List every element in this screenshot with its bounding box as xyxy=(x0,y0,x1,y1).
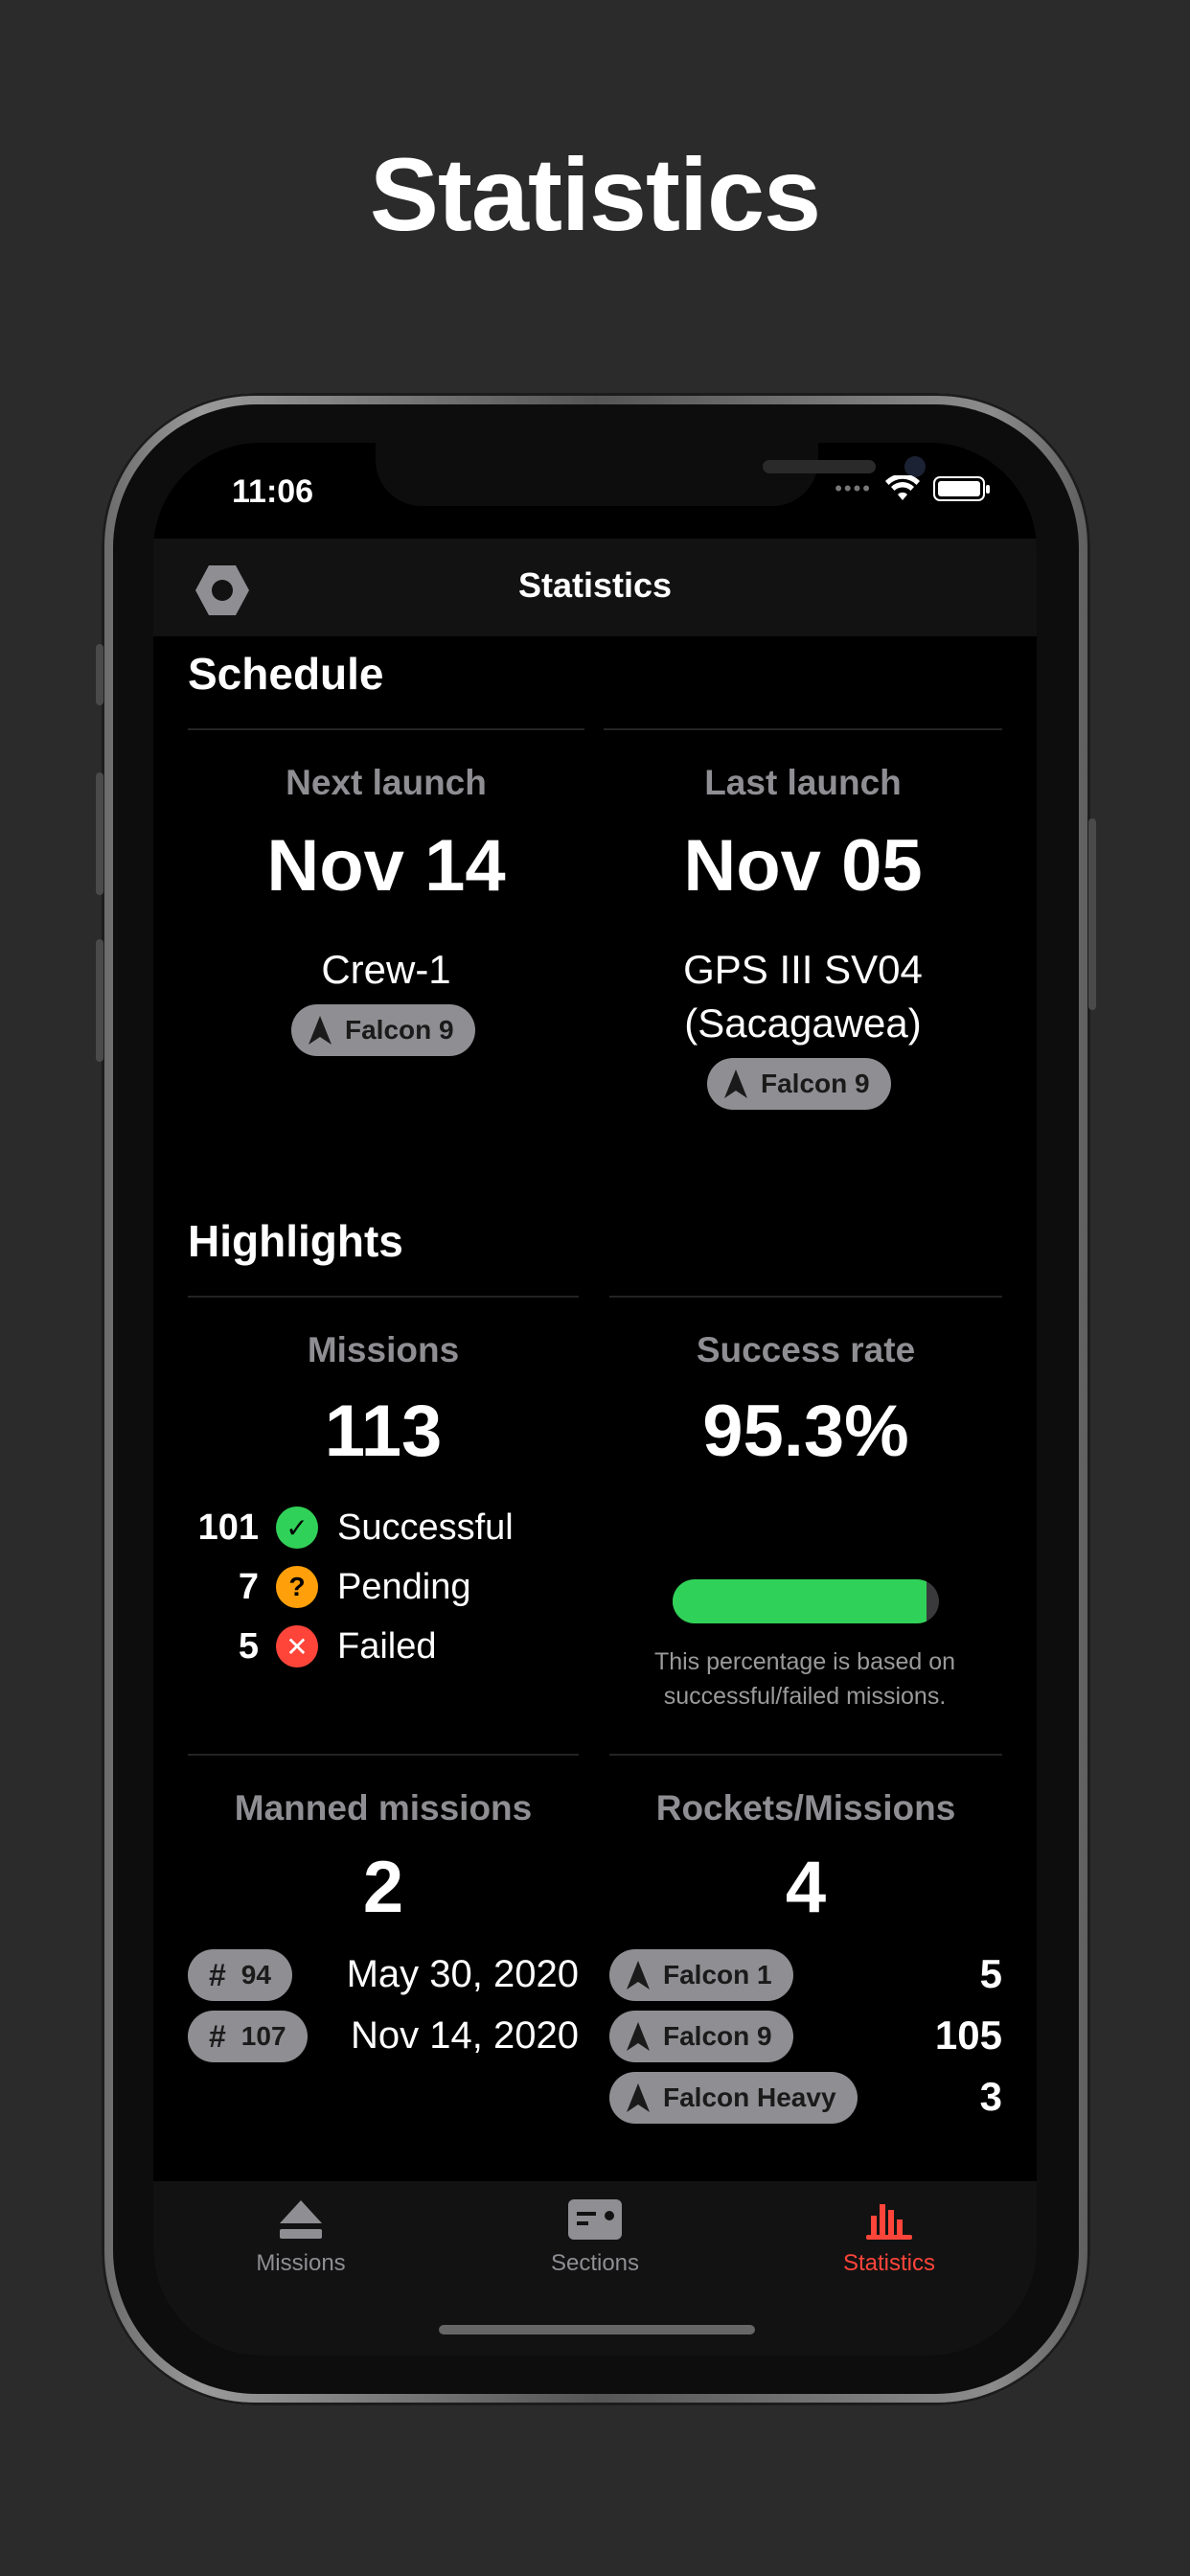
rocket-name: Falcon 9 xyxy=(663,2021,772,2051)
failed-count: 5 xyxy=(238,1625,259,1667)
tab-missions[interactable]: Missions xyxy=(205,2198,397,2277)
chart-bars-icon xyxy=(866,2204,912,2240)
volume-down-button xyxy=(96,939,103,1062)
note-line-1: This percentage is based on xyxy=(653,1648,956,1675)
divider xyxy=(604,728,1002,730)
last-launch-date[interactable]: Nov 05 xyxy=(604,824,1002,908)
nav-title: Statistics xyxy=(517,565,673,605)
next-launch-rocket-pill[interactable]: Falcon 9 xyxy=(291,1004,475,1056)
rocket-mission-count: 3 xyxy=(979,2074,1002,2119)
manned-missions-label: Manned missions xyxy=(234,1788,533,1828)
card-icon xyxy=(568,2199,622,2240)
note-line-2: successful/failed missions. xyxy=(663,1683,947,1710)
success-rate-value: 95.3% xyxy=(702,1391,909,1472)
manned-mission-pill[interactable]: # 107 xyxy=(188,2011,308,2062)
rocket-mission-count: 105 xyxy=(934,2012,1002,2058)
divider xyxy=(609,1754,1002,1756)
rocket-icon xyxy=(724,1070,747,1098)
next-launch-mission[interactable]: Crew-1 xyxy=(188,943,584,997)
manned-mission-pill[interactable]: # 94 xyxy=(188,1949,292,2001)
rocket-name: Falcon Heavy xyxy=(663,2082,836,2112)
xmark-icon: ✕ xyxy=(276,1625,318,1668)
rocket-name: Falcon 9 xyxy=(345,1015,454,1045)
last-launch-mission-line2[interactable]: (Sacagawea) xyxy=(604,997,1002,1050)
notch xyxy=(376,443,926,506)
statistics-content[interactable]: Schedule Next launch Nov 14 Crew-1 Falco… xyxy=(153,636,1037,2181)
divider xyxy=(188,1754,579,1756)
divider xyxy=(609,1296,1002,1298)
rocket-pill-falcon-9[interactable]: Falcon 9 xyxy=(609,2011,793,2062)
rocket-pill-falcon-heavy[interactable]: Falcon Heavy xyxy=(609,2072,858,2124)
manned-mission-date: Nov 14, 2020 xyxy=(351,2014,579,2057)
navigation-bar: Statistics xyxy=(153,539,1037,636)
divider xyxy=(188,1296,579,1298)
tab-bar: Missions Sections Statistics xyxy=(153,2181,1037,2356)
tab-label: Sections xyxy=(550,2250,640,2276)
success-rate-bar xyxy=(673,1579,939,1623)
rocket-mission-count: 5 xyxy=(979,1951,1002,1996)
rocket-name: Falcon 1 xyxy=(663,1960,772,1990)
next-launch-label: Next launch xyxy=(286,763,487,802)
missions-label: Missions xyxy=(307,1330,460,1369)
rocket-icon xyxy=(309,1016,332,1045)
checkmark-icon: ✓ xyxy=(276,1506,318,1549)
hashtag-icon: # xyxy=(209,1957,226,1992)
divider xyxy=(188,728,584,730)
status-time: 11:06 xyxy=(232,473,314,510)
volume-up-button xyxy=(96,772,103,895)
power-button xyxy=(1088,818,1096,1010)
manned-missions-value: 2 xyxy=(362,1847,404,1928)
pending-count: 7 xyxy=(238,1566,259,1607)
success-rate-fill xyxy=(673,1579,927,1623)
rocket-pill-falcon-1[interactable]: Falcon 1 xyxy=(609,1949,793,2001)
successful-label: Successful xyxy=(337,1506,514,1548)
home-indicator[interactable] xyxy=(439,2325,755,2334)
mission-number: 107 xyxy=(240,2021,286,2051)
failed-label: Failed xyxy=(337,1625,437,1667)
front-camera xyxy=(904,456,926,477)
tab-sections[interactable]: Sections xyxy=(499,2198,691,2277)
last-launch-mission-line1[interactable]: GPS III SV04 xyxy=(604,943,1002,997)
wifi-icon xyxy=(885,475,920,500)
last-launch-label: Last launch xyxy=(704,763,902,802)
pending-label: Pending xyxy=(337,1566,471,1607)
pending-row: 7 ? Pending xyxy=(188,1566,470,1608)
success-rate-label: Success rate xyxy=(696,1330,916,1369)
rocket-icon xyxy=(627,2083,650,2112)
successful-row: 101 ✓ Successful xyxy=(188,1506,514,1549)
mission-number: 94 xyxy=(240,1960,271,1990)
schedule-title: Schedule xyxy=(188,649,384,699)
mute-switch xyxy=(96,644,103,705)
next-launch-date[interactable]: Nov 14 xyxy=(188,824,584,908)
rockets-missions-value: 4 xyxy=(785,1847,827,1928)
tab-label: Statistics xyxy=(842,2250,936,2276)
hashtag-icon: # xyxy=(209,2018,226,2054)
successful-count: 101 xyxy=(197,1506,259,1548)
missions-value: 113 xyxy=(324,1391,443,1472)
last-launch-rocket-pill[interactable]: Falcon 9 xyxy=(707,1058,891,1110)
question-icon: ? xyxy=(276,1566,318,1608)
manned-mission-date: May 30, 2020 xyxy=(346,1953,579,1995)
success-rate-note: This percentage is based on successful/f… xyxy=(617,1644,993,1714)
failed-row: 5 ✕ Failed xyxy=(188,1625,437,1668)
battery-icon xyxy=(933,476,990,501)
app-screen: 11:06 •••• Statistics Schedule Next laun… xyxy=(153,443,1037,2356)
highlights-title: Highlights xyxy=(188,1216,403,1266)
eject-icon xyxy=(280,2200,322,2239)
promo-title: Statistics xyxy=(369,136,821,252)
rocket-icon xyxy=(627,2022,650,2051)
tab-label: Missions xyxy=(256,2250,346,2276)
cellular-signal-icon: •••• xyxy=(835,476,872,500)
rocket-name: Falcon 9 xyxy=(761,1069,870,1098)
speaker xyxy=(763,460,876,473)
status-icons: •••• xyxy=(835,475,990,502)
rocket-icon xyxy=(627,1961,650,1990)
tab-statistics[interactable]: Statistics xyxy=(793,2198,985,2277)
rockets-missions-label: Rockets/Missions xyxy=(655,1788,956,1828)
